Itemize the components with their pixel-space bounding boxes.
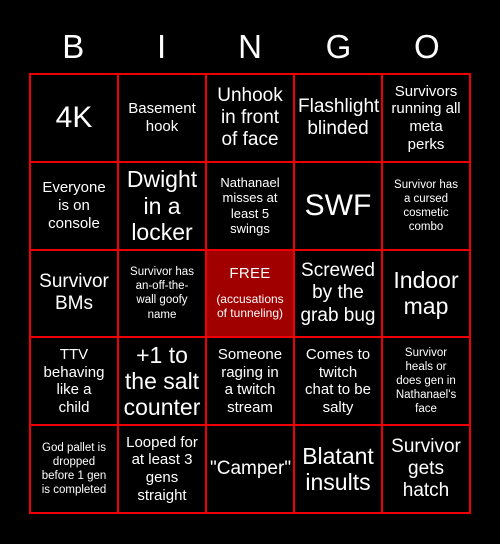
bingo-grid: 4K Basement hook Unhook in front of face Fl… bbox=[29, 73, 471, 514]
bingo-cell[interactable]: Nathanael misses at least 5 swings bbox=[207, 162, 293, 249]
bingo-cell-label: 4K bbox=[55, 101, 93, 135]
bingo-cell[interactable]: TTV behaving like a child bbox=[31, 338, 117, 425]
bingo-cell[interactable]: Survivor heals or does gen in Nathanael'… bbox=[383, 338, 469, 425]
bingo-cell-label: God pallet is dropped before 1 gen is co… bbox=[41, 442, 107, 497]
bingo-cell[interactable]: Blatant insults bbox=[295, 426, 381, 512]
bingo-card: B I N G O 4K Basement hook Unhook in front of … bbox=[0, 0, 500, 544]
bingo-cell-label: Looped for at least 3 gens straight bbox=[126, 433, 198, 504]
bingo-cell-label: +1 to the salt counter bbox=[123, 341, 201, 421]
bingo-cell-label: Unhook in front of face bbox=[217, 84, 283, 150]
bingo-cell-label: Everyone is on console bbox=[42, 179, 106, 232]
bingo-free-label: FREE bbox=[229, 265, 271, 283]
bingo-header-letter-b: B bbox=[62, 27, 85, 65]
bingo-cell[interactable]: Survivor gets hatch bbox=[383, 426, 469, 512]
bingo-cell[interactable]: God pallet is dropped before 1 gen is co… bbox=[31, 426, 117, 512]
bingo-cell-label: Blatant insults bbox=[302, 442, 374, 496]
bingo-cell-label: Nathanael misses at least 5 swings bbox=[220, 174, 280, 237]
bingo-cell[interactable]: 4K bbox=[31, 75, 117, 161]
bingo-cell-label: Someone raging in a twitch stream bbox=[217, 345, 283, 416]
bingo-cell[interactable]: Indoor map bbox=[383, 250, 469, 337]
bingo-cell-label: Survivor BMs bbox=[39, 271, 109, 315]
bingo-header: BINGO bbox=[29, 20, 471, 72]
bingo-cell-label: Survivor heals or does gen in Nathanael'… bbox=[395, 347, 457, 416]
bingo-header-letter-o: O bbox=[413, 27, 440, 65]
bingo-header-letter-n: N bbox=[238, 27, 262, 65]
bingo-cell-label: Basement hook bbox=[128, 100, 196, 135]
bingo-cell-label: Survivors running all meta perks bbox=[391, 82, 461, 153]
bingo-cell-label: Dwight in a locker bbox=[126, 166, 198, 245]
bingo-header-letter-g: G bbox=[325, 27, 352, 65]
bingo-free-cell[interactable]: FREE (accusations of tunneling) bbox=[207, 250, 293, 337]
bingo-cell[interactable]: Looped for at least 3 gens straight bbox=[119, 426, 205, 512]
bingo-cell-label: Survivor gets hatch bbox=[391, 436, 461, 502]
bingo-cell[interactable]: Survivors running all meta perks bbox=[383, 75, 469, 161]
bingo-cell-label: TTV behaving like a child bbox=[43, 345, 105, 416]
bingo-cell[interactable]: Dwight in a locker bbox=[119, 162, 205, 249]
bingo-cell[interactable]: +1 to the salt counter bbox=[119, 338, 205, 425]
bingo-cell-label: SWF bbox=[304, 189, 372, 223]
bingo-cell-label: Comes to twitch chat to be salty bbox=[305, 345, 371, 416]
bingo-cell[interactable]: Comes to twitch chat to be salty bbox=[295, 338, 381, 425]
bingo-cell[interactable]: Screwed by the grab bug bbox=[295, 250, 381, 337]
bingo-cell[interactable]: Survivor has a cursed cosmetic combo bbox=[383, 162, 469, 249]
bingo-cell-label: Flashlight blinded bbox=[298, 95, 380, 139]
bingo-cell-label: Survivor has a cursed cosmetic combo bbox=[394, 178, 458, 233]
bingo-cell[interactable]: Flashlight blinded bbox=[295, 75, 381, 161]
bingo-cell-label: Survivor has an-off-the- wall goofy name bbox=[130, 266, 194, 321]
bingo-cell[interactable]: Survivor BMs bbox=[31, 250, 117, 337]
bingo-cell-label: Screwed by the grab bug bbox=[300, 260, 376, 326]
bingo-free-subtext: (accusations of tunneling) bbox=[216, 292, 284, 321]
bingo-cell-label: Indoor map bbox=[393, 267, 459, 320]
bingo-cell[interactable]: "Camper" bbox=[207, 426, 293, 512]
bingo-cell[interactable]: Survivor has an-off-the- wall goofy name bbox=[119, 250, 205, 337]
bingo-cell-label: "Camper" bbox=[210, 458, 292, 480]
bingo-cell[interactable]: Unhook in front of face bbox=[207, 75, 293, 161]
bingo-cell[interactable]: Everyone is on console bbox=[31, 162, 117, 249]
bingo-cell[interactable]: Someone raging in a twitch stream bbox=[207, 338, 293, 425]
bingo-cell[interactable]: SWF bbox=[295, 162, 381, 249]
bingo-cell[interactable]: Basement hook bbox=[119, 75, 205, 161]
bingo-header-letter-i: I bbox=[157, 27, 167, 65]
